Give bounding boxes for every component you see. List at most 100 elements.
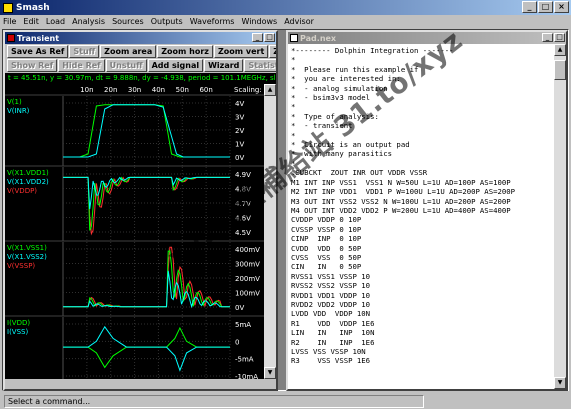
netlist-line: RVDD1 VDD1 VDDP 10 — [291, 290, 371, 300]
pad-nex-titlebar[interactable]: Pad.nex _ □ — [288, 32, 566, 44]
signal-name-label: V(VDDP) — [7, 187, 37, 195]
netlist-line: RVSS1 VSS1 VSSP 10 — [291, 271, 371, 281]
zoom-ou-button[interactable]: Zoom ou — [269, 45, 276, 58]
pad-nex-window-icon — [290, 34, 298, 42]
netlist-scroll-down-arrow[interactable]: ▼ — [554, 377, 566, 389]
app-icon — [3, 2, 13, 13]
menu-windows[interactable]: Windows — [241, 17, 277, 26]
toolbar-row-1: Save As Ref Stuff Zoom area Zoom horz Zoom v… — [7, 45, 276, 58]
netlist-line: * Type of analysis: — [291, 111, 379, 121]
waveform-ivss — [63, 325, 230, 372]
transient-window-icon — [7, 34, 15, 42]
unstuff-button[interactable]: Unstuff — [105, 59, 147, 72]
netlist-editor[interactable]: *-------- Dolphin Integration ------- * * … — [288, 44, 554, 389]
close-button[interactable]: × — [554, 1, 569, 13]
show-ref-button[interactable]: Show Ref — [7, 59, 58, 72]
netlist-scroll-up-arrow[interactable]: ▲ — [554, 44, 566, 56]
time-tick-label: 30n — [128, 86, 141, 94]
scale-label: 5mA — [235, 321, 251, 329]
time-tick-label: 50n — [176, 86, 189, 94]
netlist-line: M2 INT INP VDD1 VDD1 P W=100U L=1U AD=20… — [291, 187, 516, 197]
menu-file[interactable]: File — [3, 17, 16, 26]
netlist-line: LIN IN INP 10N — [291, 328, 375, 338]
wizard-button[interactable]: Wizard — [204, 59, 244, 72]
scale-label: 4V — [235, 100, 244, 108]
netlist-line: R3 VSS VSSP 1E6 — [291, 356, 371, 366]
signal-name-label: I(VDD) — [7, 319, 30, 327]
signal-name-label: V(X1.VDD1) — [7, 169, 49, 177]
menu-load[interactable]: Load — [46, 17, 65, 26]
pad-minimize-button[interactable]: _ — [542, 33, 553, 42]
menu-waveforms[interactable]: Waveforms — [190, 17, 235, 26]
netlist-line: CVDDP VDDP 0 10P — [291, 215, 362, 225]
minimize-button[interactable]: _ — [522, 1, 537, 13]
netlist-line: RVSS2 VSS2 VSSP 10 — [291, 281, 371, 291]
cursor-info-line: t = 45.51n, y = 30.97m, dt = 9.888n, dy … — [5, 73, 276, 84]
waveform-vss2 — [63, 270, 230, 309]
netlist-line: CVDD VDD 0 50P — [291, 243, 362, 253]
maximize-button[interactable]: □ — [538, 1, 553, 13]
netlist-line: M4 OUT INT VDD2 VDD2 P W=200U L=1U AD=40… — [291, 205, 511, 215]
stuff-button[interactable]: Stuff — [69, 45, 100, 58]
scale-label: 4.7V — [235, 200, 251, 208]
netlist-line: * - bsim3v3 model — [291, 93, 371, 103]
netlist-line: CIN IN 0 50P — [291, 262, 362, 272]
netlist-line: * — [291, 55, 296, 65]
netlist-line: LVDD VDD VDDP 10N — [291, 309, 371, 319]
netlist-line: R2 IN INP 1E6 — [291, 337, 375, 347]
waveform-area[interactable]: 10n 20n 30n 40n 50n 60n Scaling: V(1) V(INR) 4V 3V… — [5, 84, 276, 379]
signal-name-label: V(INR) — [7, 107, 30, 115]
signal-name-label: V(X1.VSS2) — [7, 253, 47, 261]
scale-label: 400mV — [235, 246, 260, 254]
netlist-line: * — [291, 102, 296, 112]
mdi-workspace: Transient _ □ Save As Ref Stuff Zoom area Z… — [2, 29, 569, 391]
pad-nex-window: Pad.nex _ □ *-------- Dolphin Integratio… — [286, 30, 568, 391]
netlist-line: * - analog simulation — [291, 83, 388, 93]
netlist-line: * with many parasitics — [291, 149, 393, 159]
netlist-line: M1 INT INP VSS1 VSS1 N W=50U L=1U AD=100… — [291, 177, 511, 187]
netlist-line: .SUBCKT ZOUT INR OUT VDDR VSSR — [291, 168, 428, 178]
menu-advisor[interactable]: Advisor — [284, 17, 314, 26]
transient-minimize-button[interactable]: _ — [252, 33, 263, 42]
netlist-line: * - transient — [291, 121, 353, 131]
scale-label: 0 — [235, 338, 239, 346]
netlist-scroll-thumb[interactable] — [554, 60, 566, 80]
scale-label: 3V — [235, 114, 244, 122]
zoom-vert-button[interactable]: Zoom vert — [213, 45, 269, 58]
add-signal-button[interactable]: Add signal — [147, 59, 204, 72]
hide-ref-button[interactable]: Hide Ref — [58, 59, 105, 72]
zoom-horz-button[interactable]: Zoom horz — [157, 45, 213, 58]
menu-outputs[interactable]: Outputs — [151, 17, 183, 26]
netlist-line: RVDD2 VDD2 VDDP 10 — [291, 299, 371, 309]
pad-maximize-button[interactable]: □ — [554, 33, 565, 42]
scale-label: 2V — [235, 127, 244, 135]
time-tick-label: 10n — [80, 86, 93, 94]
scroll-up-arrow[interactable]: ▲ — [264, 84, 276, 96]
signal-name-label: V(VSSP) — [7, 262, 35, 270]
waveform-ivdd — [63, 326, 230, 369]
scale-label: -5mA — [235, 356, 254, 364]
statistics-button[interactable]: Statistics — [244, 59, 276, 72]
toolbar-row-2: Show Ref Hide Ref Unstuff Add signal Wizard S… — [7, 59, 276, 72]
signal-name-label: V(1) — [7, 98, 22, 106]
transient-titlebar[interactable]: Transient _ □ — [5, 32, 276, 44]
scale-label: 100mV — [235, 290, 260, 298]
transient-title: Transient — [17, 33, 60, 43]
menu-analysis[interactable]: Analysis — [72, 17, 105, 26]
scale-label: -10mA — [235, 373, 258, 379]
waveform-plot[interactable]: 10n 20n 30n 40n 50n 60n Scaling: V(1)V(INR) 4V 3V… — [5, 84, 264, 379]
zoom-area-button[interactable]: Zoom area — [100, 45, 157, 58]
transient-maximize-button[interactable]: □ — [264, 33, 275, 42]
signal-name-label: V(X1.VDD2) — [7, 178, 49, 186]
menu-edit[interactable]: Edit — [23, 17, 39, 26]
scroll-down-arrow[interactable]: ▼ — [264, 367, 276, 379]
netlist-vertical-scrollbar[interactable]: ▲ ▼ — [554, 44, 566, 389]
menu-sources[interactable]: Sources — [112, 17, 144, 26]
waveform-vertical-scrollbar[interactable]: ▲ ▼ — [264, 84, 276, 379]
waveform-v1 — [63, 104, 230, 158]
app-titlebar: Smash _ □ × — [0, 0, 571, 15]
waveform-vss1 — [63, 250, 230, 308]
save-as-ref-button[interactable]: Save As Ref — [7, 45, 69, 58]
scale-label: 300mV — [235, 261, 260, 269]
netlist-line: * you are interested in: — [291, 74, 401, 84]
